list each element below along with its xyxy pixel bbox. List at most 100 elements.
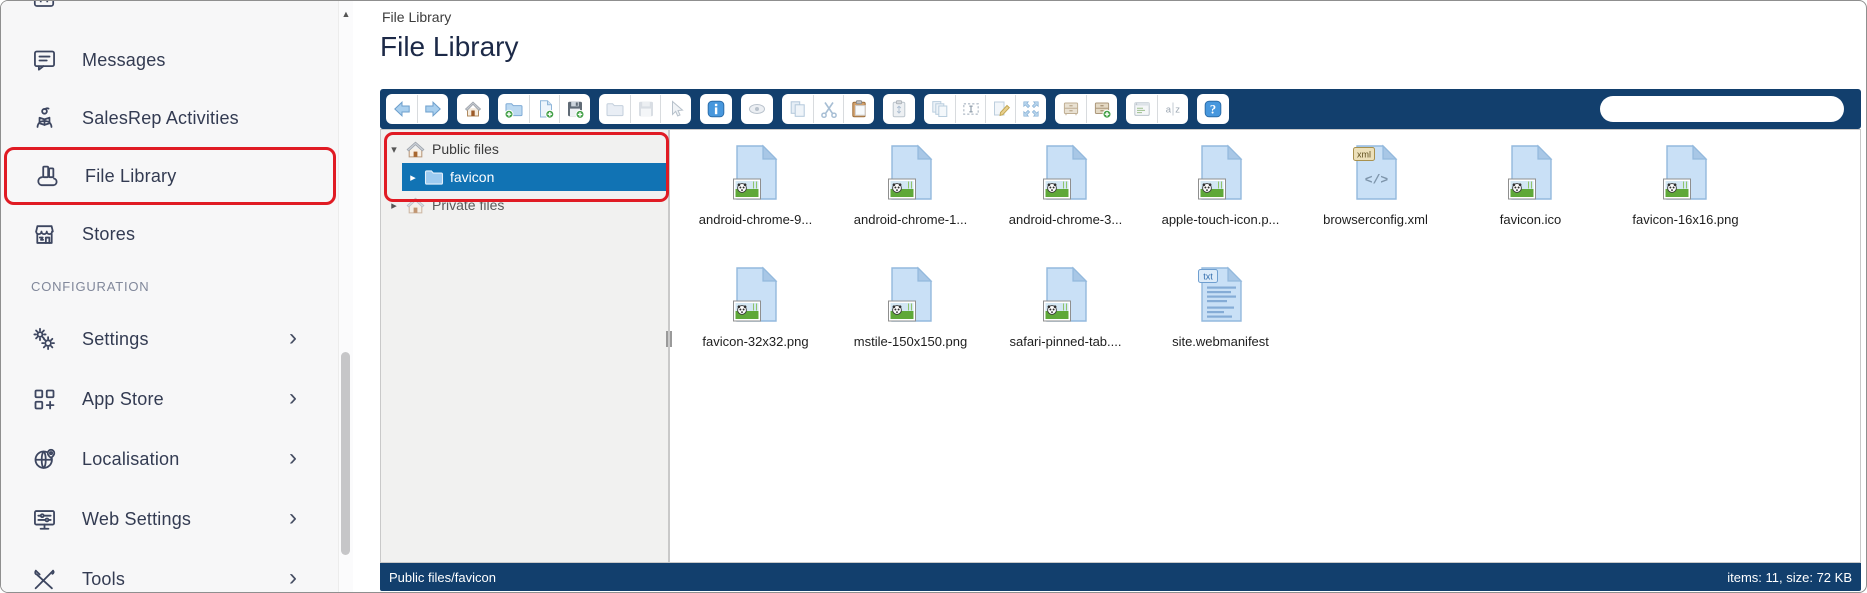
file-name: android-chrome-9... bbox=[698, 212, 813, 227]
extract-archive-icon[interactable] bbox=[1086, 95, 1116, 123]
file-manager-toolbar: a z? bbox=[380, 89, 1861, 129]
file-name: mstile-150x150.png bbox=[853, 334, 968, 349]
toolbar-group: ? bbox=[1197, 94, 1229, 124]
view-list-icon[interactable] bbox=[1127, 95, 1157, 123]
file-item[interactable]: favicon-32x32.png bbox=[678, 261, 833, 383]
caret-right-icon[interactable]: ▸ bbox=[406, 171, 420, 184]
tree-item-private-files[interactable]: ▸ Private files bbox=[381, 191, 668, 219]
file-item[interactable]: android-chrome-1... bbox=[833, 139, 988, 261]
cut-icon[interactable] bbox=[813, 95, 843, 123]
sort-az-icon[interactable]: az bbox=[1157, 95, 1187, 123]
scroll-up-icon[interactable]: ▲ bbox=[339, 9, 353, 19]
tree-item-public-files[interactable]: ▾ Public files bbox=[381, 135, 668, 163]
folder-tree-panel: ▾ Public files ▸ favicon ▸ Private files bbox=[380, 129, 669, 563]
sidebar-item-label: Messages bbox=[82, 49, 166, 70]
file-name: favicon.ico bbox=[1499, 212, 1562, 227]
file-grid: android-chrome-9... android-chrome-1... an… bbox=[670, 129, 1861, 563]
file-image-icon bbox=[1507, 139, 1554, 201]
help-icon[interactable]: ? bbox=[1198, 95, 1228, 123]
sidebar-item-tools[interactable]: Tools › bbox=[1, 549, 353, 592]
edit-icon[interactable] bbox=[985, 95, 1015, 123]
file-image-icon bbox=[1662, 139, 1709, 201]
file-item[interactable]: android-chrome-9... bbox=[678, 139, 833, 261]
preview-eye-icon[interactable] bbox=[742, 95, 772, 123]
tree-item-label: Private files bbox=[432, 197, 505, 213]
resize-icon[interactable] bbox=[1015, 95, 1045, 123]
sidebar-item-label: Web Settings bbox=[82, 508, 192, 529]
sidebar-item-web-settings[interactable]: Web Settings › bbox=[1, 489, 353, 549]
file-item[interactable]: android-chrome-3... bbox=[988, 139, 1143, 261]
sidebar-item-stores[interactable]: Stores bbox=[1, 205, 353, 263]
toolbar-group bbox=[700, 94, 732, 124]
sidebar-item-localisation[interactable]: Localisation › bbox=[1, 429, 353, 489]
clipboard-restore-icon[interactable] bbox=[884, 95, 914, 123]
file-item[interactable]: xml </> browserconfig.xml bbox=[1298, 139, 1453, 261]
page-title: File Library bbox=[380, 31, 519, 62]
caret-down-icon[interactable]: ▾ bbox=[387, 143, 401, 156]
open-folder-icon[interactable] bbox=[600, 95, 630, 123]
toolbar-group bbox=[741, 94, 773, 124]
sidebar-item-label: SalesRep Activities bbox=[82, 107, 239, 128]
archive-icon[interactable] bbox=[1056, 95, 1086, 123]
panel-resize-grip[interactable] bbox=[664, 331, 674, 347]
file-image-icon bbox=[732, 261, 779, 323]
toolbar-group bbox=[498, 94, 590, 124]
upload-save-icon[interactable] bbox=[559, 95, 589, 123]
items-summary: items: 11, size: 72 KB bbox=[1727, 569, 1852, 585]
file-item[interactable]: txt site.webmanifest bbox=[1143, 261, 1298, 383]
caret-right-icon[interactable]: ▸ bbox=[387, 199, 401, 212]
localisation-icon bbox=[31, 446, 58, 473]
file-image-icon bbox=[887, 139, 934, 201]
back-arrow-icon[interactable] bbox=[387, 95, 417, 123]
new-file-icon[interactable] bbox=[529, 95, 559, 123]
file-item[interactable]: favicon-16x16.png bbox=[1608, 139, 1763, 261]
home-icon[interactable] bbox=[458, 95, 488, 123]
pointer-icon[interactable] bbox=[660, 95, 690, 123]
paste-icon[interactable] bbox=[843, 95, 873, 123]
sidebar-item-messages[interactable]: Messages bbox=[1, 31, 353, 89]
duplicate-icon[interactable] bbox=[925, 95, 955, 123]
status-bar: Public files/favicon items: 11, size: 72… bbox=[380, 563, 1861, 591]
file-item[interactable]: mstile-150x150.png bbox=[833, 261, 988, 383]
info-icon[interactable] bbox=[701, 95, 731, 123]
sidebar-item-label: File Library bbox=[85, 165, 177, 186]
sidebar-item-app-store[interactable]: App Store › bbox=[1, 369, 353, 429]
forward-arrow-icon[interactable] bbox=[417, 95, 447, 123]
svg-text:a: a bbox=[1165, 105, 1171, 116]
sidebar-menu: Messages SalesRep Activities File Library S… bbox=[1, 31, 353, 592]
file-image-icon bbox=[1042, 139, 1089, 201]
save-icon[interactable] bbox=[630, 95, 660, 123]
file-item[interactable]: apple-touch-icon.p... bbox=[1143, 139, 1298, 261]
sidebar-scrollbar-thumb[interactable] bbox=[341, 352, 350, 555]
toolbar-group bbox=[782, 94, 874, 124]
sidebar-item-salesrep-activities[interactable]: SalesRep Activities bbox=[1, 89, 353, 147]
file-item[interactable]: favicon.ico bbox=[1453, 139, 1608, 261]
toolbar-group bbox=[883, 94, 915, 124]
svg-text:txt: txt bbox=[1203, 271, 1213, 281]
sidebar-scrollbar[interactable]: ▲ bbox=[338, 1, 353, 592]
file-image-icon bbox=[732, 139, 779, 201]
tree-item-label: Public files bbox=[432, 141, 499, 157]
svg-text:z: z bbox=[1175, 105, 1180, 116]
new-folder-icon[interactable] bbox=[499, 95, 529, 123]
toolbar-group bbox=[599, 94, 691, 124]
copy-icon[interactable] bbox=[783, 95, 813, 123]
chevron-right-icon: › bbox=[289, 504, 297, 532]
file-image-icon bbox=[887, 261, 934, 323]
sidebar-item-label: App Store bbox=[82, 388, 164, 409]
file-name: safari-pinned-tab.... bbox=[1009, 334, 1122, 349]
sidebar-item-file-library[interactable]: File Library bbox=[4, 147, 336, 205]
toolbar-group bbox=[924, 94, 1046, 124]
file-library-icon bbox=[34, 163, 61, 190]
file-text-icon: txt bbox=[1197, 261, 1244, 323]
file-library-app: Messages SalesRep Activities File Library S… bbox=[0, 0, 1867, 593]
rename-icon[interactable] bbox=[955, 95, 985, 123]
sidebar-item-settings[interactable]: Settings › bbox=[1, 309, 353, 369]
search-input[interactable] bbox=[1600, 96, 1844, 122]
tree-item-favicon[interactable]: ▸ favicon bbox=[402, 163, 668, 191]
file-image-icon bbox=[1042, 261, 1089, 323]
file-item[interactable]: safari-pinned-tab.... bbox=[988, 261, 1143, 383]
chevron-right-icon: › bbox=[289, 384, 297, 412]
file-name: android-chrome-1... bbox=[853, 212, 968, 227]
file-name: android-chrome-3... bbox=[1008, 212, 1123, 227]
